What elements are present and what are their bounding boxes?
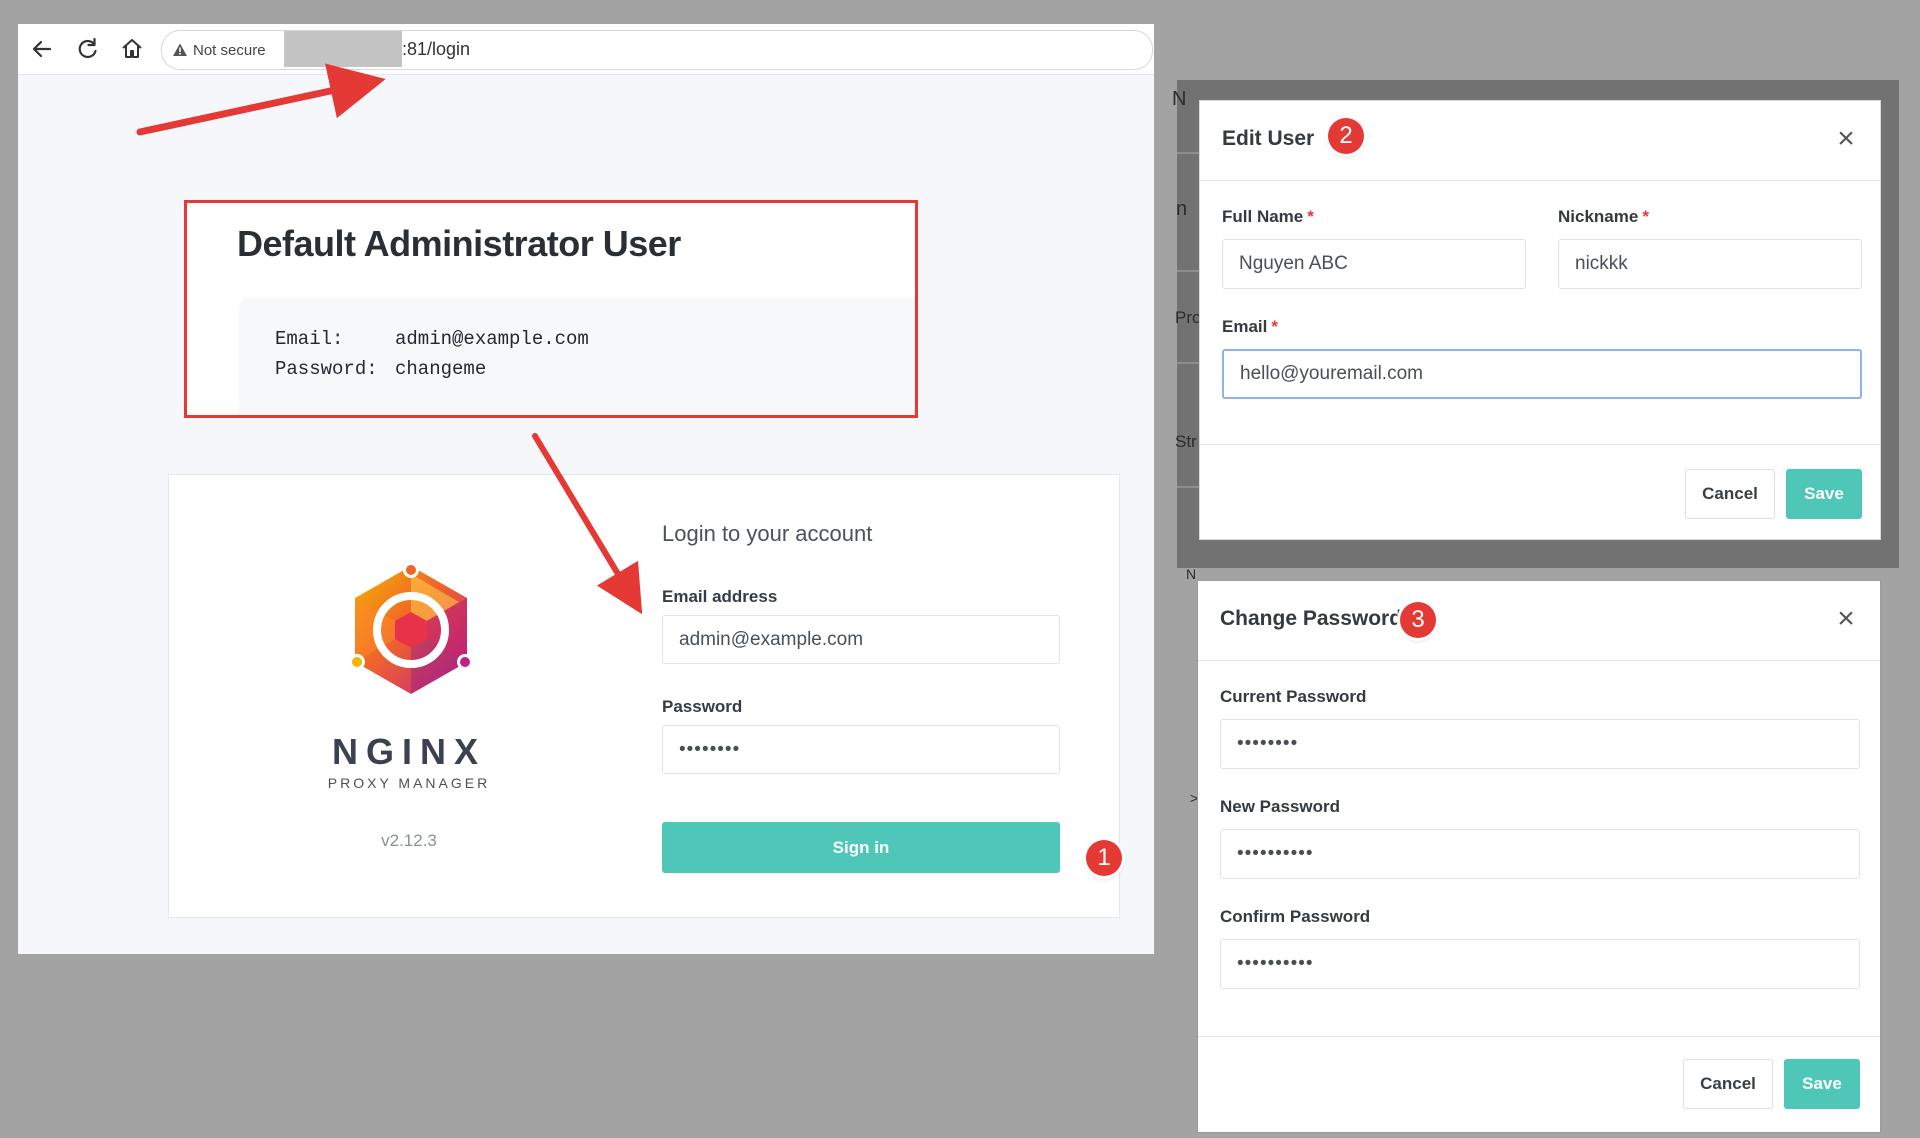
save-button[interactable]: Save — [1784, 1059, 1860, 1109]
password-label: Password — [662, 697, 743, 716]
admin-credentials-code: Email: admin@example.com Password: changem… — [239, 298, 915, 415]
modal-footer-divider — [1200, 444, 1880, 445]
current-password-label: Current Password — [1220, 687, 1367, 706]
back-arrow-icon[interactable] — [28, 35, 56, 63]
browser-toolbar: Not secure :81/login — [18, 24, 1154, 75]
ghost-text: N — [1172, 88, 1187, 110]
ghost-divider — [1177, 362, 1199, 364]
ghost-text: Str — [1175, 432, 1197, 451]
edit-user-modal: Edit User × Full Name* Nickname* Email* … — [1199, 100, 1881, 540]
email-input[interactable] — [662, 615, 1060, 664]
nickname-label-text: Nickname — [1558, 207, 1639, 226]
save-button[interactable]: Save — [1786, 469, 1862, 519]
nginx-logo-icon — [349, 562, 473, 694]
ghost-divider — [1177, 152, 1199, 154]
current-password-input[interactable] — [1220, 719, 1860, 769]
home-icon[interactable] — [118, 35, 146, 63]
nickname-input[interactable] — [1558, 239, 1862, 289]
email-input[interactable] — [1222, 349, 1862, 399]
required-mark: * — [1307, 207, 1314, 226]
email-value: admin@example.com — [395, 328, 589, 350]
callout-badge-1: 1 — [1086, 840, 1122, 876]
modal-header: Change Password × — [1198, 581, 1880, 661]
admin-note-title: Default Administrator User — [237, 223, 681, 264]
browser-window: Not secure :81/login Default Administrat… — [18, 24, 1154, 954]
ghost-divider — [1177, 486, 1199, 488]
security-indicator[interactable]: Not secure — [172, 40, 266, 60]
ghost-text: N — [1186, 566, 1197, 582]
modal-footer-divider — [1198, 1036, 1880, 1037]
login-card: NGINX PROXY MANAGER v2.12.3 Login to you… — [168, 474, 1120, 918]
brand-subtitle: PROXY MANAGER — [327, 775, 491, 791]
security-label: Not secure — [193, 41, 266, 59]
callout-badge-2: 2 — [1328, 118, 1364, 154]
login-heading: Login to your account — [662, 521, 873, 546]
email-credential-line: Email: admin@example.com — [275, 328, 589, 350]
nickname-label: Nickname * — [1558, 207, 1649, 227]
sign-in-button[interactable]: Sign in — [662, 822, 1060, 873]
reload-icon[interactable] — [73, 35, 101, 63]
close-icon[interactable]: × — [1830, 603, 1862, 635]
email-label: Email address — [662, 587, 778, 606]
cancel-button[interactable]: Cancel — [1683, 1059, 1773, 1109]
address-bar[interactable]: Not secure :81/login — [161, 30, 1153, 70]
confirm-password-input[interactable] — [1220, 939, 1860, 989]
full-name-label: Full Name * — [1222, 207, 1314, 227]
warning-icon — [173, 43, 187, 56]
full-name-input[interactable] — [1222, 239, 1526, 289]
callout-badge-3: 3 — [1400, 602, 1436, 638]
password-key: Password: — [275, 358, 378, 380]
ghost-text: n — [1176, 198, 1188, 220]
email-label-text: Email — [1222, 317, 1268, 336]
password-credential-line: Password: changeme — [275, 358, 486, 380]
password-input[interactable] — [662, 725, 1060, 774]
ghost-text: Pro — [1175, 308, 1202, 327]
new-password-input[interactable] — [1220, 829, 1860, 879]
modal-title: Change Password — [1220, 607, 1403, 630]
new-password-label: New Password — [1220, 797, 1340, 816]
close-icon[interactable]: × — [1830, 123, 1862, 155]
default-admin-note: Default Administrator User Email: admin@e… — [184, 200, 918, 418]
modal-header: Edit User × — [1200, 101, 1880, 181]
cancel-button[interactable]: Cancel — [1685, 469, 1775, 519]
full-name-label-text: Full Name — [1222, 207, 1304, 226]
required-mark: * — [1271, 317, 1278, 336]
modal-title: Edit User — [1222, 127, 1315, 150]
url-text[interactable]: :81/login — [402, 39, 470, 60]
ghost-divider — [1177, 270, 1199, 272]
required-mark: * — [1642, 207, 1649, 226]
confirm-password-label: Confirm Password — [1220, 907, 1371, 926]
password-value: changeme — [395, 358, 487, 380]
email-key: Email: — [275, 328, 344, 350]
app-version: v2.12.3 — [381, 831, 437, 850]
url-redaction — [284, 31, 402, 67]
change-password-modal: Change Password × Current Password New P… — [1197, 580, 1881, 1133]
email-label: Email * — [1222, 317, 1278, 337]
brand-name: NGINX — [331, 731, 486, 772]
